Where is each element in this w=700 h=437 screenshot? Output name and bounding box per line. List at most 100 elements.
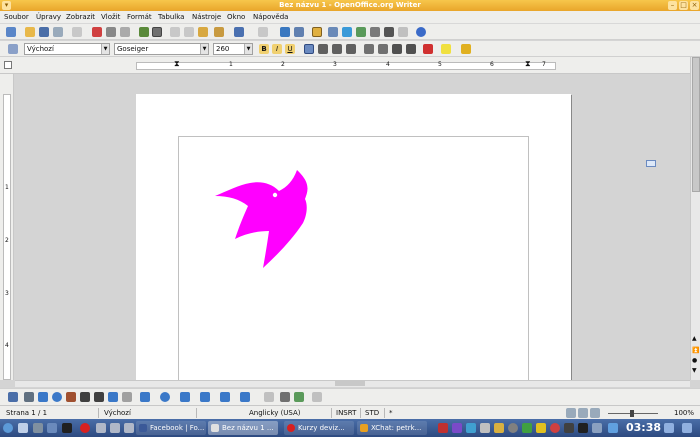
tray-icon-7[interactable] — [522, 423, 532, 433]
redo-icon[interactable] — [258, 27, 268, 37]
navigator-icon[interactable] — [342, 27, 352, 37]
save-icon[interactable] — [39, 27, 49, 37]
pink-bird-logo[interactable] — [215, 169, 310, 269]
right-indent-marker-icon[interactable]: ⧗ — [525, 59, 531, 69]
fontwork-icon[interactable] — [280, 392, 290, 402]
styles-formatting-icon[interactable] — [8, 44, 18, 54]
basic-shapes-icon[interactable] — [140, 392, 150, 402]
paste-icon[interactable] — [198, 27, 208, 37]
extrusion-icon[interactable] — [312, 392, 322, 402]
increase-indent-icon[interactable] — [406, 44, 416, 54]
menu-format[interactable]: Formát — [127, 13, 152, 21]
page-style[interactable]: Výchozí — [104, 409, 131, 417]
next-page-icon[interactable]: ▼ — [692, 367, 697, 374]
align-center-button[interactable] — [318, 44, 328, 54]
background-color-icon[interactable] — [461, 44, 471, 54]
previous-page-icon[interactable]: ⏫ — [692, 347, 699, 354]
zoom-icon[interactable] — [398, 27, 408, 37]
nonprinting-characters-icon[interactable] — [384, 27, 394, 37]
ellipse-icon[interactable] — [52, 392, 62, 402]
selection-mode[interactable]: STD — [365, 409, 379, 417]
chevron-down-icon[interactable]: ▼ — [101, 44, 109, 54]
text-icon[interactable] — [80, 392, 90, 402]
page[interactable] — [136, 94, 571, 380]
email-icon[interactable] — [53, 27, 63, 37]
font-name-select[interactable]: Goseiger ▼ — [114, 43, 209, 55]
undo-icon[interactable] — [234, 27, 244, 37]
folder-icon[interactable] — [47, 423, 57, 433]
copy-icon[interactable] — [184, 27, 194, 37]
tray-settings-icon[interactable] — [682, 423, 692, 433]
book-view-icon[interactable] — [590, 408, 600, 418]
horizontal-scrollbar[interactable] — [15, 380, 690, 387]
export-pdf-icon[interactable] — [92, 27, 102, 37]
menu-soubor[interactable]: Soubor — [4, 13, 29, 21]
hyperlink-icon[interactable] — [280, 27, 290, 37]
tray-arrow-icon[interactable] — [664, 423, 674, 433]
document-area[interactable] — [15, 74, 690, 380]
title-bar[interactable]: ▾ Bez názvu 1 - OpenOffice.org Writer – … — [0, 0, 700, 11]
opera-icon[interactable] — [80, 423, 90, 433]
navigation-icon[interactable]: ● — [692, 357, 697, 364]
desktop-1-icon[interactable] — [96, 423, 106, 433]
zoom-level[interactable]: 100% — [674, 409, 694, 417]
italic-button[interactable]: I — [272, 44, 282, 54]
menu-upravy[interactable]: Úpravy — [36, 13, 61, 21]
vertical-scrollbar[interactable]: ▲ ⏫ ● ▼ — [690, 57, 700, 380]
callouts-shapes-icon[interactable] — [220, 392, 230, 402]
paragraph-style-select[interactable]: Výchozí ▼ — [24, 43, 110, 55]
bullets-icon[interactable] — [378, 44, 388, 54]
menu-nastroje[interactable]: Nástroje — [192, 13, 221, 21]
stars-icon[interactable] — [240, 392, 250, 402]
tray-icon-2[interactable] — [452, 423, 462, 433]
rectangle-icon[interactable] — [38, 392, 48, 402]
edit-file-icon[interactable] — [72, 27, 82, 37]
volume-icon[interactable] — [592, 423, 602, 433]
horizontal-ruler[interactable]: ⧗ ⧗ 1 2 3 4 5 6 7 — [0, 57, 700, 74]
highlighting-icon[interactable] — [441, 44, 451, 54]
table-icon[interactable] — [294, 27, 304, 37]
align-left-button[interactable] — [304, 44, 314, 54]
desktop-3-icon[interactable] — [124, 423, 134, 433]
scroll-up-icon[interactable]: ▲ — [692, 335, 697, 342]
multi-page-view-icon[interactable] — [578, 408, 588, 418]
tray-icon-6[interactable] — [508, 423, 518, 433]
numbering-icon[interactable] — [364, 44, 374, 54]
new-document-icon[interactable] — [6, 27, 16, 37]
minimize-button[interactable]: – — [668, 1, 677, 10]
menu-okno[interactable]: Okno — [227, 13, 245, 21]
hscroll-thumb[interactable] — [335, 381, 365, 386]
tray-icon-3[interactable] — [466, 423, 476, 433]
font-color-icon[interactable] — [423, 44, 433, 54]
task-facebook[interactable]: Facebook | Fo... — [136, 421, 206, 435]
menu-napoveda[interactable]: Nápověda — [253, 13, 288, 21]
desktop-2-icon[interactable] — [110, 423, 120, 433]
print-icon[interactable] — [106, 27, 116, 37]
autospellcheck-icon[interactable] — [152, 27, 162, 37]
maximize-button[interactable]: □ — [679, 1, 688, 10]
chevron-down-icon[interactable]: ▼ — [244, 44, 252, 54]
edit-points-icon[interactable] — [264, 392, 274, 402]
decrease-indent-icon[interactable] — [392, 44, 402, 54]
clock[interactable]: 03:38 — [626, 421, 661, 434]
show-desktop-icon[interactable] — [18, 423, 28, 433]
files-icon[interactable] — [33, 423, 43, 433]
tray-icon-11[interactable] — [578, 423, 588, 433]
freeform-icon[interactable] — [66, 392, 76, 402]
bold-button[interactable]: B — [259, 44, 269, 54]
chevron-down-icon[interactable]: ▼ — [200, 44, 208, 54]
tray-icon-9[interactable] — [550, 423, 560, 433]
help-icon[interactable] — [416, 27, 426, 37]
underline-button[interactable]: U — [285, 44, 295, 54]
menu-vlozit[interactable]: Vložit — [101, 13, 120, 21]
terminal-icon[interactable] — [62, 423, 72, 433]
menu-tabulka[interactable]: Tabulka — [158, 13, 184, 21]
scroll-thumb[interactable] — [692, 57, 700, 192]
indent-marker-icon[interactable]: ⧗ — [174, 59, 180, 69]
format-paintbrush-icon[interactable] — [214, 27, 224, 37]
close-button[interactable]: × — [690, 1, 699, 10]
justify-button[interactable] — [346, 44, 356, 54]
menu-zobrazit[interactable]: Zobrazit — [66, 13, 95, 21]
vertical-text-icon[interactable] — [94, 392, 104, 402]
find-replace-icon[interactable] — [328, 27, 338, 37]
